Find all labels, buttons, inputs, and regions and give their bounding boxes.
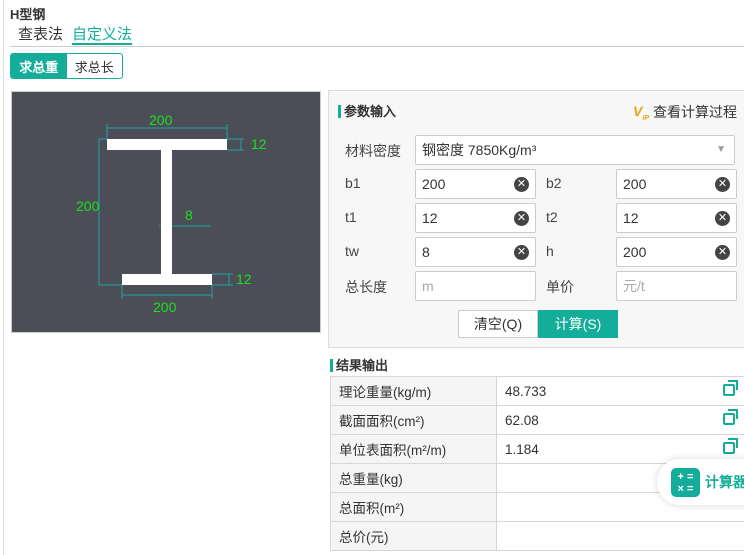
tab-table-method[interactable]: 查表法 [18, 23, 63, 45]
params-heading: 参数输入 [338, 105, 396, 118]
tw-label: tw [345, 243, 359, 259]
view-process-link[interactable]: VIP 查看计算过程 [633, 102, 737, 122]
b2-input[interactable]: 200 ✕ [616, 169, 737, 199]
calculator-label: 计算器 [705, 474, 744, 490]
tw-input[interactable]: 8 ✕ [415, 237, 536, 267]
dim-b2: 200 [153, 299, 177, 315]
dim-b1: 200 [149, 112, 173, 128]
left-border [3, 0, 4, 555]
t2-label: t2 [546, 209, 558, 225]
web [161, 150, 172, 274]
top-flange [107, 139, 227, 150]
clear-icon[interactable]: ✕ [715, 211, 730, 226]
length-input[interactable]: m [415, 271, 536, 301]
tab-custom-method[interactable]: 自定义法 [72, 23, 133, 45]
table-row: 总价(元) [330, 521, 744, 551]
section-diagram: 200 12 200 8 12 200 [11, 91, 321, 333]
page-title: H型钢 [10, 7, 46, 22]
table-row: 理论重量(kg/m) 48.733 [330, 376, 744, 406]
b1-input[interactable]: 200 ✕ [415, 169, 536, 199]
t2-input[interactable]: 12 ✕ [616, 203, 737, 233]
b2-label: b2 [546, 175, 562, 191]
t1-label: t1 [345, 209, 357, 225]
tab-divider [10, 46, 744, 47]
clear-icon[interactable]: ✕ [514, 211, 529, 226]
clear-icon[interactable]: ✕ [514, 177, 529, 192]
calculate-button[interactable]: 计算(S) [538, 310, 618, 338]
mode-toggle: 求总重 求总长 [10, 53, 123, 79]
vip-icon: VIP [633, 102, 649, 122]
length-label: 总长度 [345, 279, 387, 295]
calculator-button[interactable]: + = × = 计算器 [657, 459, 744, 505]
mode-total-weight[interactable]: 求总重 [11, 54, 67, 78]
dim-t2: 12 [236, 271, 252, 287]
price-label: 单价 [546, 279, 574, 295]
clear-icon[interactable]: ✕ [514, 245, 529, 260]
price-input[interactable]: 元/t [616, 271, 737, 301]
table-row: 截面面积(cm²) 62.08 [330, 405, 744, 435]
dim-tw: 8 [185, 207, 193, 223]
h-label: h [546, 243, 554, 259]
view-process-label: 查看计算过程 [653, 104, 737, 120]
copy-icon[interactable] [723, 409, 738, 425]
b1-label: b1 [345, 175, 361, 191]
t1-input[interactable]: 12 ✕ [415, 203, 536, 233]
clear-button[interactable]: 清空(Q) [458, 310, 538, 338]
dim-t1: 12 [251, 136, 267, 152]
density-select[interactable]: 钢密度 7850Kg/m³ ▼ [415, 135, 735, 165]
chevron-down-icon: ▼ [716, 144, 726, 155]
calculator-icon: + = × = [671, 467, 700, 497]
h-input[interactable]: 200 ✕ [616, 237, 737, 267]
copy-icon[interactable] [723, 380, 738, 396]
density-label: 材料密度 [345, 143, 401, 159]
density-value: 钢密度 7850Kg/m³ [422, 142, 537, 158]
dim-h: 200 [76, 198, 100, 214]
params-panel: 参数输入 VIP 查看计算过程 材料密度 钢密度 7850Kg/m³ ▼ b1 … [328, 90, 744, 348]
copy-icon[interactable] [723, 438, 738, 454]
mode-total-length[interactable]: 求总长 [67, 54, 123, 78]
results-heading: 结果输出 [330, 359, 388, 372]
clear-icon[interactable]: ✕ [715, 245, 730, 260]
bottom-flange [122, 274, 212, 285]
clear-icon[interactable]: ✕ [715, 177, 730, 192]
